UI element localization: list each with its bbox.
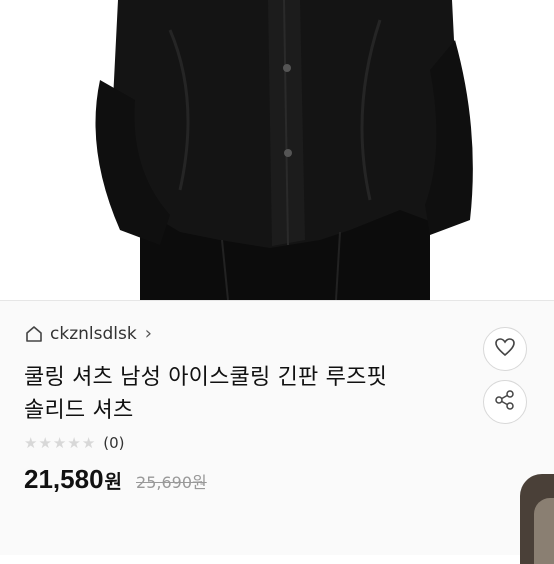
product-image[interactable]	[0, 0, 554, 300]
home-icon	[24, 324, 44, 344]
sale-price: 21,580	[24, 464, 104, 494]
original-price: 25,690원	[136, 473, 207, 492]
chevron-right-icon: ›	[144, 323, 152, 344]
like-button[interactable]	[483, 327, 527, 371]
floating-thumbnail[interactable]	[520, 474, 554, 564]
star-rating: ★ ★ ★ ★ ★	[24, 433, 96, 452]
product-info-panel: ckznlsdlsk › 쿨링 셔츠 남성 아이스쿨링 긴판 루즈핏 솔리드 셔…	[0, 300, 554, 555]
share-button[interactable]	[483, 380, 527, 424]
heart-icon	[494, 337, 516, 361]
product-title-line1: 쿨링 셔츠 남성 아이스쿨링 긴판 루즈핏	[24, 365, 388, 390]
product-title-line2: 솔리드 셔츠	[24, 398, 134, 423]
thumbnail-image	[534, 498, 554, 564]
price-row: 21,580 원 25,690원	[24, 464, 207, 495]
rating-row[interactable]: ★ ★ ★ ★ ★ (0)	[24, 434, 125, 452]
store-link[interactable]: ckznlsdlsk ›	[24, 323, 152, 344]
star-icon: ★	[81, 433, 96, 452]
product-photo-shirt	[95, 0, 473, 300]
star-icon: ★	[38, 433, 52, 452]
sale-price-unit: 원	[104, 471, 123, 493]
store-name: ckznlsdlsk	[50, 323, 137, 344]
star-icon: ★	[24, 433, 38, 452]
product-title: 쿨링 셔츠 남성 아이스쿨링 긴판 루즈핏 솔리드 셔츠	[24, 361, 464, 427]
star-icon: ★	[67, 433, 81, 452]
share-icon	[494, 389, 516, 415]
review-count: (0)	[103, 434, 125, 452]
star-icon: ★	[52, 433, 67, 452]
